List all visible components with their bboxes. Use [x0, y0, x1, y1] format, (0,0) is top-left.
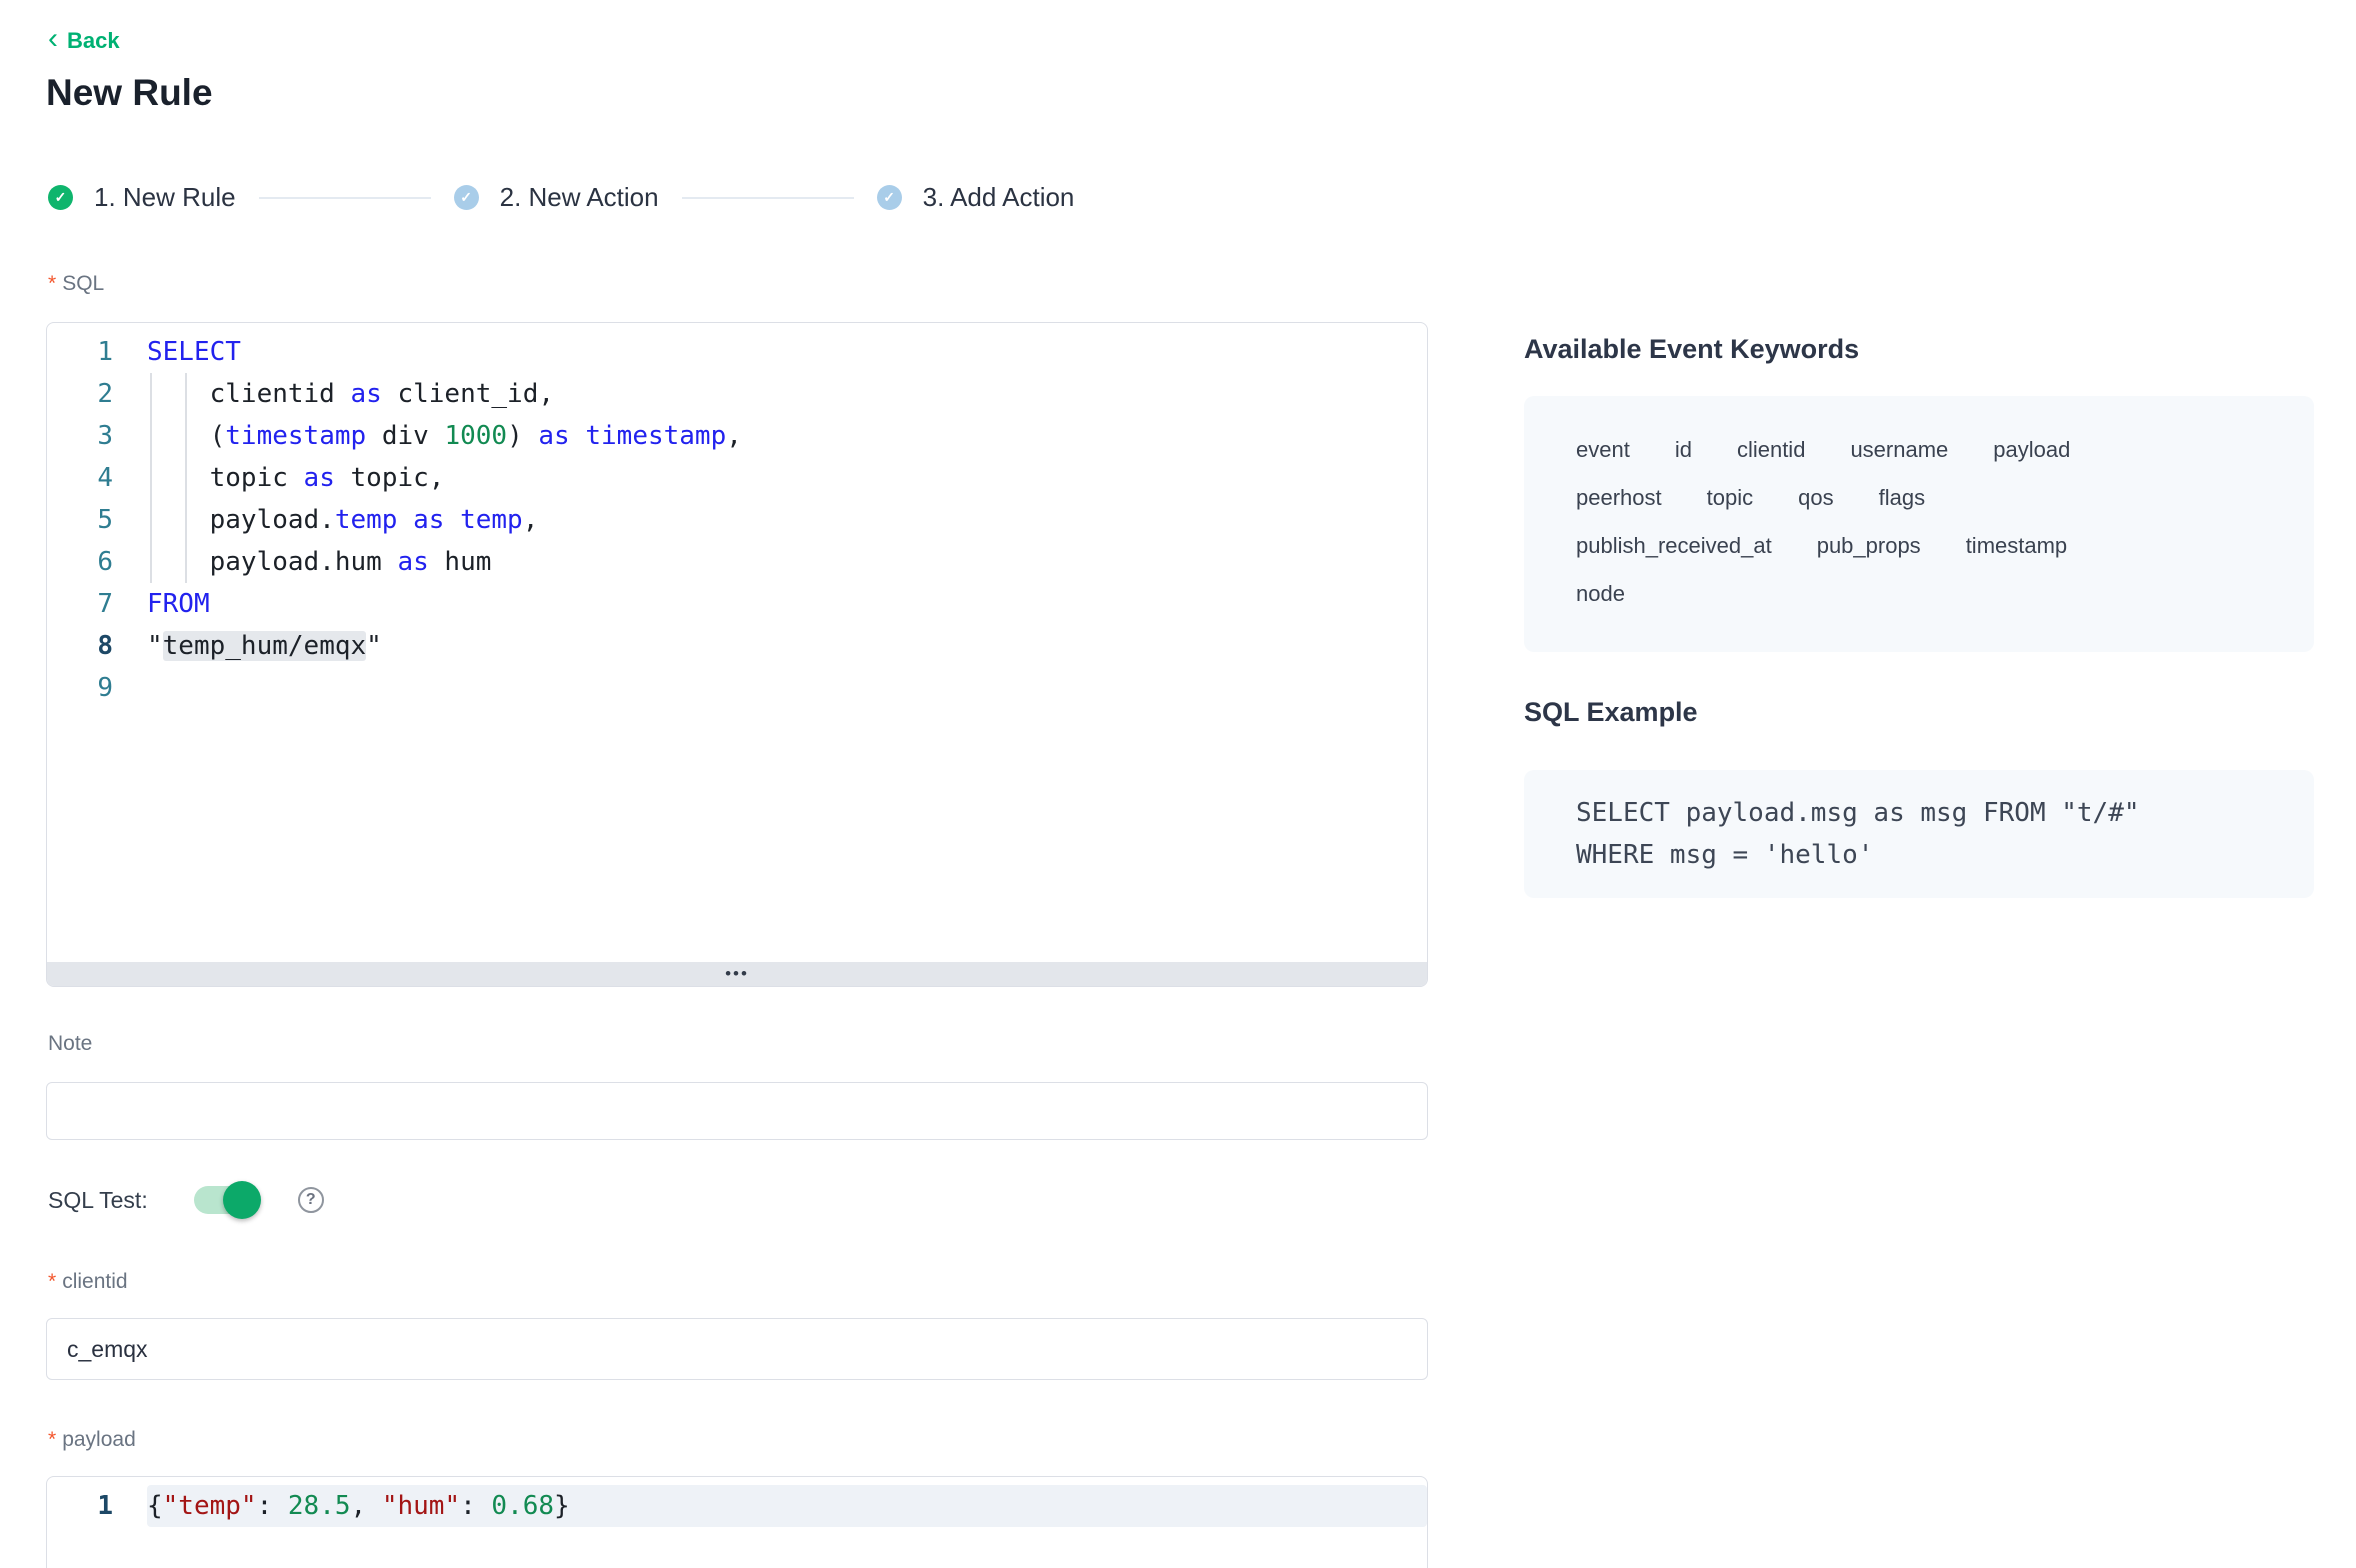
sql-test-toggle[interactable] — [194, 1186, 256, 1214]
required-asterisk: * — [48, 1428, 56, 1451]
line-number: 6 — [47, 541, 113, 583]
payload-code-area[interactable]: 1 {"temp": 28.5, "hum": 0.68} — [47, 1477, 1427, 1527]
sql-code-area[interactable]: 1SELECT2 clientid as client_id,3 (timest… — [47, 323, 1427, 964]
step-new-action[interactable]: ✓ 2. New Action — [454, 182, 659, 213]
indent-guide — [150, 373, 152, 583]
line-number: 8 — [47, 625, 113, 667]
new-rule-page: ‹ Back New Rule ✓ 1. New Rule ✓ 2. New A… — [0, 0, 2356, 1568]
back-label: Back — [67, 28, 120, 54]
code-text: FROM — [147, 583, 1427, 625]
editor-resize-handle[interactable]: ••• — [47, 962, 1427, 986]
step-divider — [259, 197, 431, 199]
code-text: "temp_hum/emqx" — [147, 625, 1427, 667]
code-line-6[interactable]: 6 payload.hum as hum — [47, 541, 1427, 583]
keyword-qos: qos — [1798, 474, 1833, 522]
code-text: payload.temp as temp, — [147, 499, 1427, 541]
check-circle-icon: ✓ — [454, 185, 479, 210]
step-label: 1. New Rule — [94, 182, 236, 213]
line-number: 7 — [47, 583, 113, 625]
line-number: 4 — [47, 457, 113, 499]
payload-field-label: *payload — [48, 1428, 136, 1452]
code-line-1[interactable]: 1 SELECT — [47, 331, 1427, 373]
clientid-field-label: *clientid — [48, 1270, 128, 1294]
code-text: SELECT — [147, 331, 1427, 373]
required-asterisk: * — [48, 272, 56, 295]
check-circle-icon: ✓ — [877, 185, 902, 210]
chevron-left-icon: ‹ — [48, 24, 58, 54]
code-text: {"temp": 28.5, "hum": 0.68} — [147, 1485, 1427, 1527]
back-button[interactable]: ‹ Back — [48, 26, 120, 56]
code-text: clientid as client_id, — [147, 373, 1427, 415]
steps-bar: ✓ 1. New Rule ✓ 2. New Action ✓ 3. Add A… — [48, 182, 1074, 213]
keyword-row: peerhost topic qos flags — [1576, 474, 2274, 522]
keyword-topic: topic — [1707, 474, 1753, 522]
step-label: 3. Add Action — [923, 182, 1075, 213]
code-text: topic as topic, — [147, 457, 1427, 499]
code-line-3[interactable]: 3 (timestamp div 1000) as timestamp, — [47, 415, 1427, 457]
sql-example-panel: SELECT payload.msg as msg FROM "t/#"WHER… — [1524, 770, 2314, 898]
code-line-1[interactable]: 1 {"temp": 28.5, "hum": 0.68} — [47, 1485, 1427, 1527]
code-line-9[interactable]: 9 — [47, 667, 1427, 709]
step-divider — [682, 197, 854, 199]
keyword-timestamp: timestamp — [1966, 522, 2067, 570]
step-add-action[interactable]: ✓ 3. Add Action — [877, 182, 1075, 213]
keyword-row: eventid clientid username payload — [1576, 426, 2274, 474]
step-new-rule[interactable]: ✓ 1. New Rule — [48, 182, 236, 213]
keyword-row: publish_received_at pub_props timestamp — [1576, 522, 2274, 570]
indent-guide — [185, 373, 187, 583]
note-field-label: Note — [48, 1032, 92, 1056]
code-text: (timestamp div 1000) as timestamp, — [147, 415, 1427, 457]
line-number: 1 — [47, 331, 113, 373]
keyword-publish_received_at: publish_received_at — [1576, 522, 1772, 570]
keyword-event: event — [1576, 426, 1630, 474]
sql-test-label: SQL Test: — [48, 1187, 148, 1214]
keyword-pub_props: pub_props — [1817, 522, 1921, 570]
example-code-line: SELECT payload.msg as msg FROM "t/#" — [1576, 792, 2284, 834]
keywords-panel: eventid clientid username payload peerhost to… — [1524, 396, 2314, 652]
keyword-username: username — [1850, 426, 1948, 474]
line-number: 5 — [47, 499, 113, 541]
resize-dots-icon: ••• — [725, 965, 749, 982]
code-text — [147, 667, 1427, 709]
sql-example-heading: SQL Example — [1524, 697, 1698, 728]
required-asterisk: * — [48, 1270, 56, 1293]
clientid-input[interactable] — [46, 1318, 1428, 1380]
sql-code-editor[interactable]: 1SELECT2 clientid as client_id,3 (timest… — [46, 322, 1428, 987]
code-line-2[interactable]: 2 clientid as client_id, — [47, 373, 1427, 415]
code-text: payload.hum as hum — [147, 541, 1427, 583]
keywords-heading: Available Event Keywords — [1524, 334, 1859, 365]
code-line-4[interactable]: 4 topic as topic, — [47, 457, 1427, 499]
example-code-line: WHERE msg = 'hello' — [1576, 834, 2284, 876]
keyword-peerhost: peerhost — [1576, 474, 1662, 522]
line-number: 2 — [47, 373, 113, 415]
code-line-5[interactable]: 5 payload.temp as temp, — [47, 499, 1427, 541]
payload-code-editor[interactable]: 1 {"temp": 28.5, "hum": 0.68} — [46, 1476, 1428, 1568]
keyword-row: node — [1576, 570, 2274, 618]
code-line-8[interactable]: 8 "temp_hum/emqx" — [47, 625, 1427, 667]
line-number: 3 — [47, 415, 113, 457]
keyword-id: id — [1675, 426, 1692, 474]
check-circle-icon: ✓ — [48, 185, 73, 210]
page-title: New Rule — [46, 72, 213, 114]
step-label: 2. New Action — [500, 182, 659, 213]
line-number: 9 — [47, 667, 113, 709]
sql-field-label: *SQL — [48, 272, 104, 296]
keyword-payload: payload — [1993, 426, 2070, 474]
code-line-7[interactable]: 7 FROM — [47, 583, 1427, 625]
sql-test-row: SQL Test: ? — [48, 1186, 324, 1214]
keyword-clientid: clientid — [1737, 426, 1805, 474]
keyword-flags: flags — [1879, 474, 1925, 522]
note-input[interactable] — [46, 1082, 1428, 1140]
help-icon[interactable]: ? — [298, 1187, 324, 1213]
line-number: 1 — [47, 1485, 113, 1527]
keyword-node: node — [1576, 570, 1625, 618]
toggle-knob — [223, 1181, 261, 1219]
